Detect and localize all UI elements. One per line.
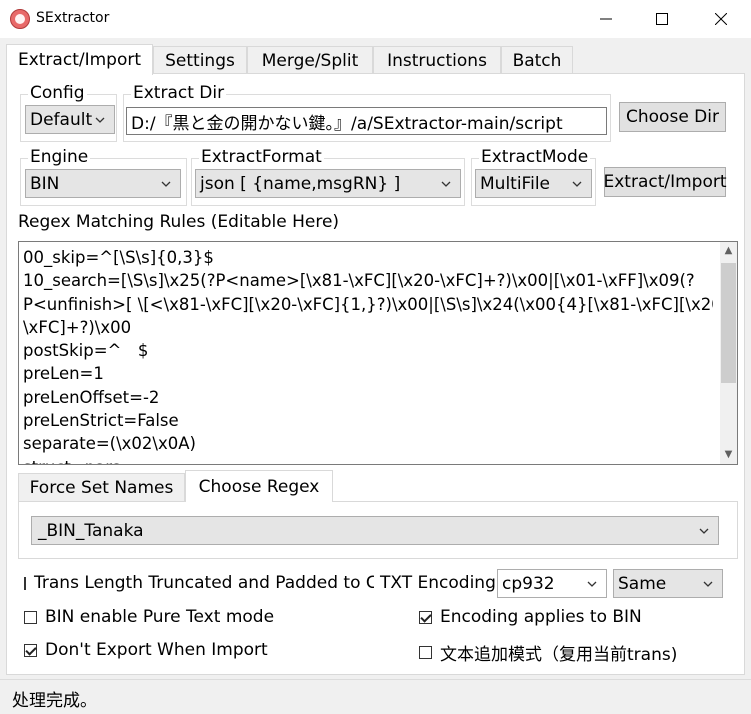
regex-line: \xFC]+?)\x00: [23, 317, 132, 337]
choose-regex-select[interactable]: _BIN_Tanaka: [31, 516, 719, 545]
regex-line: P<unfinish>[ \[<\x81-\xFC][\x20-\xFC]{1,…: [23, 294, 713, 314]
config-label: Config: [28, 83, 87, 103]
tab-batch[interactable]: Batch: [501, 46, 573, 74]
dont-export-checkbox[interactable]: Don't Export When Import: [24, 640, 268, 660]
choose-regex-panel: _BIN_Tanaka: [18, 501, 738, 559]
app-window: SExtractor Extract/Import Settings Merge…: [0, 0, 751, 714]
close-icon: [715, 13, 727, 25]
trans-length-label: Trans Length Truncated and Padded to C: [34, 573, 374, 593]
chevron-down-icon: [161, 181, 171, 187]
extract-format-select[interactable]: json [ {name,msgRN} ]: [195, 169, 461, 198]
engine-select[interactable]: BIN: [25, 169, 181, 198]
status-bar: 处理完成。: [0, 679, 751, 714]
chevron-down-icon: [703, 581, 713, 587]
regex-lines: 00_skip=^[\S\s]{0,3}$ 10_search=[\S\s]\x…: [23, 246, 713, 464]
tab-instructions[interactable]: Instructions: [373, 46, 501, 74]
tab-extract-import[interactable]: Extract/Import: [6, 44, 153, 75]
regex-rules-label: Regex Matching Rules (Editable Here): [18, 212, 340, 232]
extract-mode-select[interactable]: MultiFile: [475, 169, 592, 198]
engine-value: BIN: [30, 173, 60, 194]
extract-format-value: json [ {name,msgRN} ]: [200, 173, 401, 194]
txt-encoding-mode-select[interactable]: Same: [613, 569, 723, 598]
chevron-down-icon: [699, 528, 709, 534]
regex-line: struct=para: [23, 456, 713, 464]
dont-export-label: Don't Export When Import: [45, 640, 268, 660]
txt-encoding-mode-value: Same: [618, 573, 667, 594]
tab-force-set-names[interactable]: Force Set Names: [18, 473, 185, 501]
maximize-button[interactable]: [633, 0, 691, 38]
regex-scrollbar[interactable]: ▲ ▼: [720, 242, 737, 464]
extract-dir-label: Extract Dir: [131, 83, 227, 103]
tab-merge-split[interactable]: Merge/Split: [247, 46, 373, 74]
choose-dir-button[interactable]: Choose Dir: [619, 102, 726, 132]
regex-line: postSkip=^ $: [23, 341, 149, 361]
app-icon: [10, 9, 30, 29]
title-bar: SExtractor: [0, 0, 751, 38]
checkbox-box: [24, 576, 26, 590]
extract-format-label: ExtractFormat: [199, 147, 324, 167]
regex-line: preLenOffset=-2: [23, 387, 160, 407]
chevron-down-icon: [95, 117, 105, 123]
close-button[interactable]: [692, 0, 750, 38]
tab-settings[interactable]: Settings: [153, 46, 247, 74]
txt-encoding-value: cp932: [502, 573, 555, 594]
regex-line: 10_search=[\S\s]\x25(?P<name>[\x81-\xFC]…: [23, 271, 695, 291]
encoding-applies-bin-checkbox[interactable]: Encoding applies to BIN: [419, 607, 642, 627]
scroll-down-arrow-icon[interactable]: ▼: [723, 450, 734, 460]
extract-mode-label: ExtractMode: [479, 147, 591, 167]
encoding-applies-bin-label: Encoding applies to BIN: [440, 607, 642, 627]
tab-choose-regex[interactable]: Choose Regex: [185, 470, 333, 502]
maximize-icon: [656, 13, 668, 25]
window-title: SExtractor: [36, 10, 110, 26]
checkbox-box: [24, 610, 37, 624]
extract-import-button[interactable]: Extract/Import: [603, 167, 727, 197]
trans-length-checkbox[interactable]: Trans Length Truncated and Padded to C: [24, 573, 374, 593]
regex-line: preLen=1: [23, 364, 104, 384]
bin-pure-text-checkbox[interactable]: BIN enable Pure Text mode: [24, 607, 274, 627]
extract-dir-input[interactable]: D:/『黒と金の開かない鍵。』/a/SExtractor-main/script: [126, 107, 607, 135]
regex-line: preLenStrict=False: [23, 411, 179, 431]
config-select[interactable]: Default: [25, 105, 115, 134]
regex-rules-textarea[interactable]: 00_skip=^[\S\s]{0,3}$ 10_search=[\S\s]\x…: [18, 241, 738, 465]
choose-regex-value: _BIN_Tanaka: [38, 520, 144, 541]
config-value: Default: [30, 109, 93, 130]
text-append-label: 文本追加模式（复用当前trans): [440, 645, 678, 665]
engine-label: Engine: [28, 147, 91, 167]
minimize-button[interactable]: [577, 0, 635, 38]
bin-pure-text-label: BIN enable Pure Text mode: [45, 607, 275, 627]
chevron-down-icon: [587, 581, 597, 587]
checkbox-box-checked: [24, 643, 37, 657]
checkbox-box: [419, 646, 432, 659]
scroll-thumb[interactable]: [721, 263, 736, 383]
chevron-down-icon: [572, 181, 582, 187]
checkbox-box-checked: [419, 610, 432, 624]
regex-line: 00_skip=^[\S\s]{0,3}$: [23, 248, 214, 267]
regex-line: separate=(\x02\x0A): [23, 434, 196, 454]
status-text: 处理完成。: [12, 691, 97, 711]
text-append-checkbox[interactable]: 文本追加模式（复用当前trans): [419, 640, 677, 665]
minimize-icon: [600, 18, 612, 20]
txt-encoding-select[interactable]: cp932: [497, 569, 607, 598]
txt-encoding-label: TXT Encoding: [380, 573, 496, 593]
extract-mode-value: MultiFile: [480, 173, 551, 194]
extract-import-panel: Config Default Extract Dir D:/『黒と金の開かない鍵…: [6, 73, 745, 675]
scroll-up-arrow-icon[interactable]: ▲: [723, 246, 734, 256]
chevron-down-icon: [441, 181, 451, 187]
